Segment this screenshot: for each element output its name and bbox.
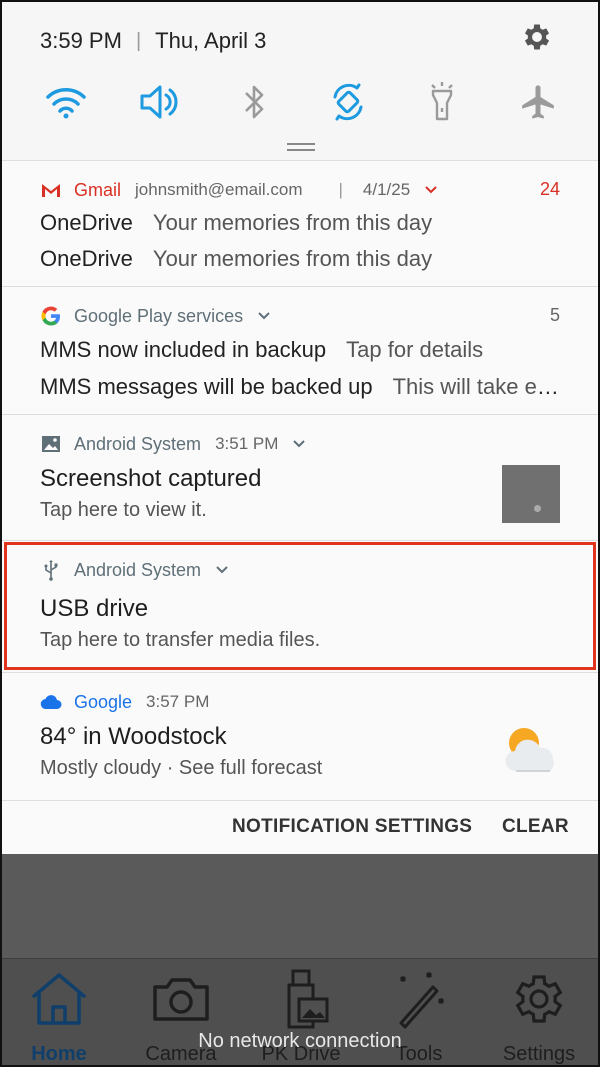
notification-title: 84° in Woodstock [40,723,227,750]
auto-rotate-icon[interactable] [324,78,372,126]
notification-line-text: Tap for details [346,337,484,362]
settings-gear-icon[interactable] [520,20,554,54]
notification-line-title: MMS messages will be backed up [40,374,373,399]
notification-description: Mostly cloudy · See full forecast [40,757,323,779]
header-separator: | [338,180,343,199]
partly-cloudy-icon [500,723,562,777]
unread-count: 24 [539,179,560,199]
status-separator: | [135,29,142,52]
notification-time: 3:57 PM [146,692,210,711]
notification-title: Screenshot captured [40,465,262,492]
image-icon [40,433,62,455]
flashlight-icon[interactable] [418,78,466,126]
chevron-down-icon[interactable] [424,183,438,197]
message-subject: Your memories from this day [152,210,433,235]
screenshot-thumbnail[interactable] [502,465,560,523]
notification-header: Gmail johnsmith@email.com | 4/1/25 [40,177,438,203]
notification-line-text: This will take eff… [392,374,560,399]
notification-play-services[interactable]: Google Play services 5 MMS now included … [2,286,598,414]
app-name: Gmail [74,179,122,200]
account-email: johnsmith@email.com [135,180,303,199]
list-item[interactable]: OneDrive Your memories from this day [40,246,560,272]
quick-settings-panel: 3:59 PM | Thu, April 3 [2,2,598,160]
notification-time: 3:51 PM [215,434,279,453]
toast-message: No network connection [198,1030,402,1052]
clock: 3:59 PM [40,28,122,53]
app-name: Android System [74,559,202,580]
date: Thu, April 3 [155,28,267,53]
notification-weather[interactable]: Google 3:57 PM 84° in Woodstock Mostly c… [2,672,598,800]
notification-count: 5 [549,305,560,325]
usb-icon [40,559,62,581]
notification-screenshot[interactable]: Android System 3:51 PM Screenshot captur… [2,414,598,540]
quick-toggle-row [2,78,598,128]
chevron-down-icon[interactable] [292,437,306,451]
app-name: Android System [74,433,202,454]
chevron-down-icon[interactable] [257,309,271,323]
notification-title: USB drive [40,595,149,622]
home-icon [27,969,91,1029]
magic-wand-icon [387,969,451,1029]
status-row: 3:59 PM | Thu, April 3 [40,24,266,58]
thumbnail-dot [534,505,541,512]
message-sender: OneDrive [40,210,133,235]
notification-header: Google 3:57 PM [40,689,209,715]
usb-drive-icon [269,969,333,1029]
message-sender: OneDrive [40,246,133,271]
list-item[interactable]: OneDrive Your memories from this day [40,210,560,236]
notification-line-title: MMS now included in backup [40,337,327,362]
notification-settings-button[interactable]: NOTIFICATION SETTINGS [232,816,472,838]
notification-header: Google Play services [40,303,271,329]
app-name: Google [74,691,133,712]
message-subject: Your memories from this day [152,246,433,271]
bluetooth-icon[interactable] [230,78,278,126]
app-name: Google Play services [74,305,244,326]
airplane-mode-icon[interactable] [514,78,562,126]
gmail-icon [40,179,62,201]
notification-header: Android System 3:51 PM [40,431,306,457]
list-item[interactable]: MMS now included in backup Tap for detail… [40,337,560,363]
google-g-icon [40,305,62,327]
volume-icon[interactable] [136,78,184,126]
gear-icon [507,969,571,1029]
notification-actions: NOTIFICATION SETTINGS CLEAR [2,800,598,854]
wifi-icon[interactable] [42,78,90,126]
notification-usb[interactable]: Android System USB drive Tap here to tra… [2,540,598,672]
notification-gmail[interactable]: Gmail johnsmith@email.com | 4/1/25 24 On… [2,160,598,286]
notification-date: 4/1/25 [362,180,411,199]
chevron-down-icon[interactable] [215,563,229,577]
panel-drag-handle[interactable] [287,143,315,151]
clear-button[interactable]: CLEAR [502,816,569,838]
cloud-icon [40,691,62,713]
list-item[interactable]: MMS messages will be backed up This will … [40,374,560,400]
camera-icon [149,969,213,1029]
notification-header: Android System [40,557,229,583]
notification-description: Tap here to view it. [40,499,207,521]
notification-description: Tap here to transfer media files. [40,629,321,651]
